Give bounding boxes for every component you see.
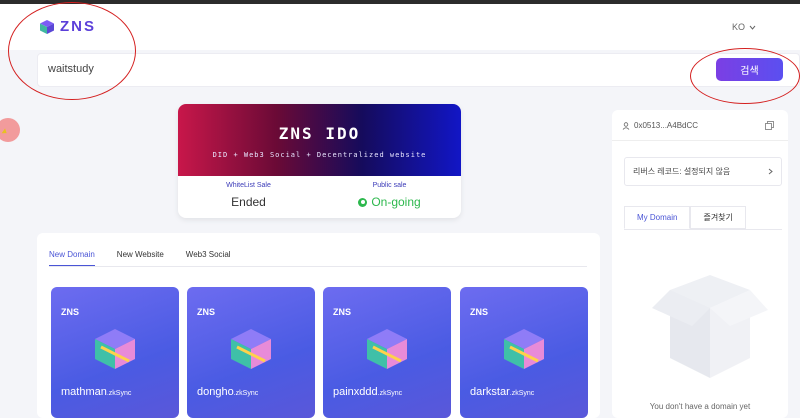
- whitelist-status: Ended: [231, 195, 266, 209]
- chevron-down-icon: [749, 25, 756, 30]
- card-brand: ZNS: [470, 307, 488, 317]
- public-status: On-going: [371, 195, 421, 209]
- zns-cube-icon: [367, 329, 407, 369]
- card-suffix: .zkSync: [377, 390, 403, 397]
- tab-my-domain[interactable]: My Domain: [624, 206, 691, 229]
- reverse-record-text: 리버스 레코드: 설정되지 않음: [633, 167, 731, 176]
- card-brand: ZNS: [333, 307, 351, 317]
- card-name: painxddd: [333, 386, 378, 398]
- tab-new-domain[interactable]: New Domain: [49, 250, 95, 266]
- ido-banner: ZNS IDO DID + Web3 Social + Decentralize…: [178, 104, 461, 176]
- sidebar-tab-divider: [624, 229, 782, 230]
- card-suffix: .zkSync: [233, 390, 259, 397]
- whitelist-label: WhiteList Sale: [226, 182, 271, 189]
- account-sidebar: 0x0513...A4BdCC 리버스 레코드: 설정되지 않음 My Doma…: [612, 110, 788, 418]
- card-domain-name: dongho.zkSync: [197, 386, 258, 398]
- ido-title: ZNS IDO: [278, 124, 361, 143]
- card-domain-name: darkstar.zkSync: [470, 386, 534, 398]
- empty-box-icon: [652, 275, 768, 378]
- copy-icon[interactable]: [765, 121, 774, 130]
- zns-cube-icon: [95, 329, 135, 369]
- domain-card[interactable]: ZNS painxddd.zkSync: [323, 287, 451, 418]
- card-brand: ZNS: [61, 307, 79, 317]
- domain-tabs: New Domain New Website Web3 Social: [49, 250, 231, 266]
- sidebar-divider: [612, 140, 788, 141]
- empty-state-text: You don't have a domain yet: [649, 402, 751, 411]
- domain-card[interactable]: ZNS darkstar.zkSync: [460, 287, 588, 418]
- annotation-circle-search: [690, 48, 800, 104]
- zns-cube-icon: [231, 329, 271, 369]
- card-suffix: .zkSync: [509, 390, 535, 397]
- domain-card[interactable]: ZNS dongho.zkSync: [187, 287, 315, 418]
- card-name: dongho: [197, 386, 234, 398]
- sidebar-tabs: My Domain 즐겨찾기: [624, 206, 746, 229]
- public-label: Public sale: [372, 182, 407, 189]
- chevron-right-icon: [768, 168, 773, 175]
- wallet-address: 0x0513...A4BdCC: [622, 121, 698, 130]
- language-label: KO: [731, 22, 745, 32]
- search-input[interactable]: [48, 63, 648, 75]
- language-selector[interactable]: KO: [732, 22, 756, 32]
- reverse-record-row[interactable]: 리버스 레코드: 설정되지 않음: [624, 157, 782, 186]
- card-brand: ZNS: [197, 307, 215, 317]
- card-name: darkstar: [470, 386, 510, 398]
- whitelist-sale: WhiteList Sale Ended: [178, 182, 319, 209]
- card-domain-name: painxddd.zkSync: [333, 386, 402, 398]
- status-ok-icon: [358, 197, 368, 207]
- card-name: mathman: [61, 386, 107, 398]
- user-icon: [622, 121, 630, 130]
- ido-card[interactable]: ZNS IDO DID + Web3 Social + Decentralize…: [178, 104, 461, 218]
- tab-favorites[interactable]: 즐겨찾기: [690, 206, 746, 229]
- domain-card[interactable]: ZNS mathman.zkSync: [51, 287, 179, 418]
- address-text: 0x0513...A4BdCC: [634, 121, 699, 130]
- ido-subtitle: DID + Web3 Social + Decentralized websit…: [212, 151, 427, 159]
- zns-cube-icon: [504, 329, 544, 369]
- public-sale: Public sale On-going: [319, 182, 460, 209]
- card-domain-name: mathman.zkSync: [61, 386, 131, 398]
- public-status-row: On-going: [319, 195, 460, 209]
- tab-new-website[interactable]: New Website: [117, 250, 164, 266]
- card-suffix: .zkSync: [106, 390, 132, 397]
- search-bar: [37, 53, 800, 87]
- tab-web3-social[interactable]: Web3 Social: [186, 250, 231, 266]
- annotation-circle-logo: [8, 2, 136, 100]
- tabs-divider: [49, 266, 587, 267]
